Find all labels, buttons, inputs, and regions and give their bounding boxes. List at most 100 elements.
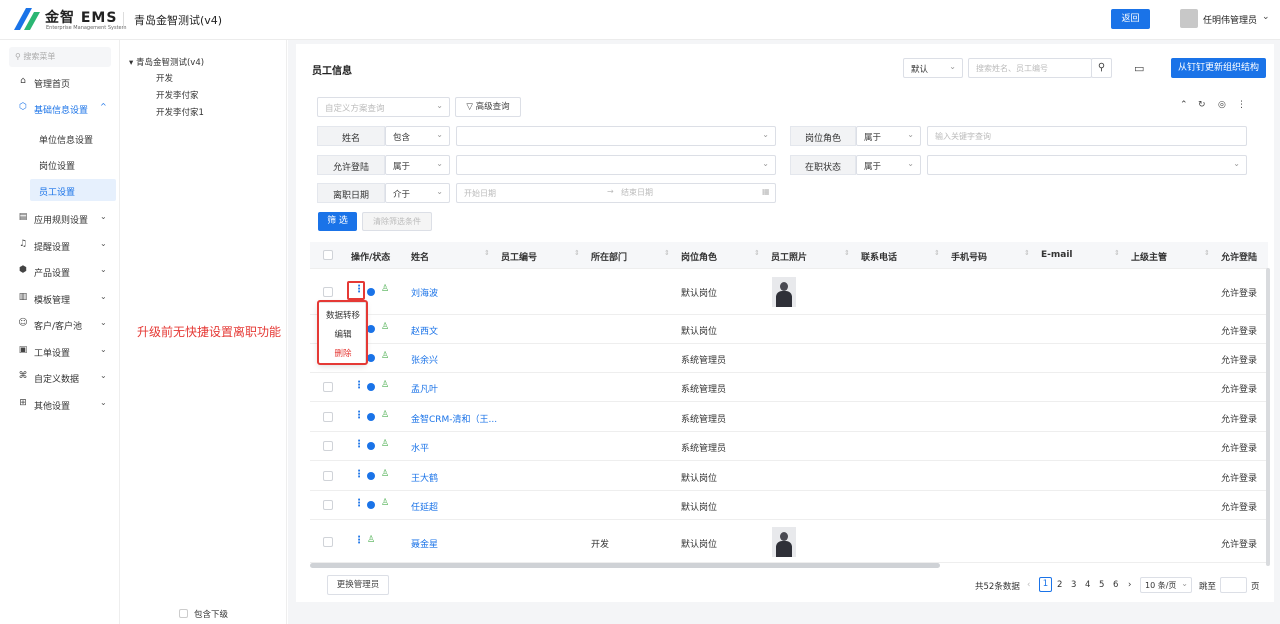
prev-page-icon[interactable]: ‹ [1027, 580, 1030, 590]
table-row[interactable]: ⋮ ♙ 聂金星 开发 默认岗位 允许登录 [310, 520, 1268, 563]
export-icon[interactable]: ▭ [1134, 62, 1144, 75]
sort-icon[interactable]: ⇕ [1024, 249, 1030, 257]
table-row[interactable]: ♙ 张余兴 系统管理员 允许登录 [310, 344, 1268, 373]
tree-node[interactable]: 开发李付家1 [156, 106, 204, 118]
back-button[interactable]: 返回 [1111, 9, 1150, 29]
table-row[interactable]: ♙ 赵西文 默认岗位 允许登录 [310, 315, 1268, 344]
sidebar-item-home[interactable]: ⌂ 管理首页 [0, 71, 120, 95]
filter-op-status[interactable]: 属于 ⌄ [856, 155, 921, 175]
sidebar-subitem-employee[interactable]: 员工设置 [30, 179, 116, 201]
row-checkbox[interactable] [323, 412, 333, 422]
vertical-scrollbar[interactable] [1266, 268, 1270, 566]
select-all-checkbox[interactable] [323, 250, 333, 260]
page-number[interactable]: 3 [1071, 580, 1076, 590]
chevron-down-icon[interactable]: ⌄ [1262, 12, 1270, 22]
more-vertical-icon[interactable]: ⋮ [1237, 100, 1246, 110]
sidebar-subitem-position[interactable]: 岗位设置 [0, 153, 120, 175]
include-sub-checkbox[interactable] [179, 609, 188, 618]
filter-value-role[interactable]: 输入关键字查询 [927, 126, 1247, 146]
menu-search-input[interactable]: ⚲ 搜索菜单 [9, 47, 111, 67]
page-number[interactable]: 1 [1039, 577, 1052, 592]
sidebar-item-template[interactable]: ▥ 模板管理 ⌄ [0, 287, 120, 311]
sort-icon[interactable]: ⇕ [934, 249, 940, 257]
custom-query-select[interactable]: 自定义方案查询 ⌄ [317, 97, 450, 117]
employee-name-link[interactable]: 张余兴 [411, 353, 438, 366]
sort-icon[interactable]: ⇕ [844, 249, 850, 257]
sidebar-item-ticket[interactable]: ▣ 工单设置 ⌄ [0, 340, 120, 364]
table-row[interactable]: ⋮ ♙ 任延超 默认岗位 允许登录 [310, 491, 1268, 520]
page-number[interactable]: 6 [1113, 580, 1118, 590]
sidebar-item-rules[interactable]: ▤ 应用规则设置 ⌄ [0, 207, 120, 231]
avatar[interactable] [1180, 9, 1198, 28]
sidebar-subitem-unit[interactable]: 单位信息设置 [0, 127, 120, 149]
more-actions-icon[interactable]: ⋮ [354, 380, 364, 391]
row-checkbox[interactable] [323, 287, 333, 297]
more-actions-icon[interactable]: ⋮ [354, 439, 364, 450]
filter-button[interactable]: 筛 选 [318, 212, 357, 231]
sort-select[interactable]: 默认 ⌄ [903, 58, 963, 78]
employee-name-link[interactable]: 孟凡叶 [411, 382, 438, 395]
filter-op-login[interactable]: 属于 ⌄ [385, 155, 450, 175]
collapse-icon[interactable]: ⌃ [1180, 100, 1188, 110]
page-size-select[interactable]: 10 条/页 ⌄ [1140, 577, 1192, 593]
clear-filter-button[interactable]: 清除筛选条件 [362, 212, 432, 231]
more-actions-icon[interactable]: ⋮ [354, 410, 364, 421]
employee-name-link[interactable]: 聂金星 [411, 537, 438, 550]
employee-name-link[interactable]: 赵西文 [411, 324, 438, 337]
horizontal-scrollbar[interactable] [310, 563, 940, 568]
table-row[interactable]: ⋮ ♙ 刘海波 默认岗位 允许登录 [310, 269, 1268, 315]
username[interactable]: 任明伟管理员 [1203, 13, 1257, 26]
tree-node-root[interactable]: ▾ 青岛金智测试(v4) [129, 56, 204, 68]
tree-node[interactable]: 开发李付家 [156, 89, 199, 101]
row-checkbox[interactable] [323, 382, 333, 392]
row-checkbox[interactable] [323, 500, 333, 510]
employee-search-input[interactable]: 搜索姓名、员工编号 [968, 58, 1092, 78]
employee-name-link[interactable]: 王大鹤 [411, 471, 438, 484]
sidebar-item-customers[interactable]: ☺ 客户/客户池 ⌄ [0, 313, 120, 337]
sort-icon[interactable]: ⇕ [1204, 249, 1210, 257]
refresh-icon[interactable]: ↻ [1198, 100, 1206, 110]
jump-page-input[interactable] [1220, 577, 1247, 593]
next-page-icon[interactable]: › [1128, 580, 1131, 590]
more-actions-icon[interactable]: ⋮ [354, 469, 364, 480]
filter-op-role[interactable]: 属于 ⌄ [856, 126, 921, 146]
advanced-query-button[interactable]: ▽ 高级查询 [455, 97, 521, 117]
filter-op-leave-date[interactable]: 介于 ⌄ [385, 183, 450, 203]
table-row[interactable]: ⋮ ♙ 孟凡叶 系统管理员 允许登录 [310, 373, 1268, 402]
filter-value-login[interactable]: ⌄ [456, 155, 776, 175]
table-row[interactable]: ⋮ ♙ 王大鹤 默认岗位 允许登录 [310, 461, 1268, 491]
employee-name-link[interactable]: 任延超 [411, 500, 438, 513]
employee-name-link[interactable]: 水平 [411, 441, 429, 454]
settings-icon[interactable]: ◎ [1218, 100, 1226, 110]
row-checkbox[interactable] [323, 537, 333, 547]
table-row[interactable]: ⋮ ♙ 金智CRM-清和（王... 系统管理员 允许登录 [310, 402, 1268, 432]
row-checkbox[interactable] [323, 471, 333, 481]
employee-name-link[interactable]: 金智CRM-清和（王... [411, 412, 497, 425]
row-checkbox[interactable] [323, 441, 333, 451]
page-number[interactable]: 5 [1099, 580, 1104, 590]
page-number[interactable]: 2 [1057, 580, 1062, 590]
sort-icon[interactable]: ⇕ [1114, 249, 1120, 257]
sort-icon[interactable]: ⇕ [484, 249, 490, 257]
sort-icon[interactable]: ⇕ [574, 249, 580, 257]
search-icon[interactable]: ⚲ [1091, 58, 1112, 78]
employee-name-link[interactable]: 刘海波 [411, 286, 438, 299]
change-admin-button[interactable]: 更换管理员 [327, 575, 389, 595]
sidebar-item-basic-info[interactable]: ⬡ 基础信息设置 ^ [0, 97, 120, 121]
sort-icon[interactable]: ⇕ [664, 249, 670, 257]
sidebar-item-product[interactable]: ⬢ 产品设置 ⌄ [0, 260, 120, 284]
filter-value-name[interactable]: ⌄ [456, 126, 776, 146]
sidebar-item-remind[interactable]: ♫ 提醒设置 ⌄ [0, 234, 120, 258]
table-row[interactable]: ⋮ ♙ 水平 系统管理员 允许登录 [310, 432, 1268, 461]
sort-icon[interactable]: ⇕ [754, 249, 760, 257]
sync-dingtalk-button[interactable]: 从钉钉更新组织结构 [1171, 58, 1266, 78]
tree-node[interactable]: 开发 [156, 72, 173, 84]
date-range-input[interactable]: 开始日期 → 结束日期 ▦ [456, 183, 776, 203]
more-actions-icon[interactable]: ⋮ [354, 535, 364, 546]
sidebar-item-custom-data[interactable]: ⌘ 自定义数据 ⌄ [0, 366, 120, 390]
page-number[interactable]: 4 [1085, 580, 1090, 590]
filter-value-status[interactable]: ⌄ [927, 155, 1247, 175]
sidebar-item-other[interactable]: ⊞ 其他设置 ⌄ [0, 393, 120, 417]
filter-op-name[interactable]: 包含 ⌄ [385, 126, 450, 146]
more-actions-icon[interactable]: ⋮ [354, 498, 364, 509]
